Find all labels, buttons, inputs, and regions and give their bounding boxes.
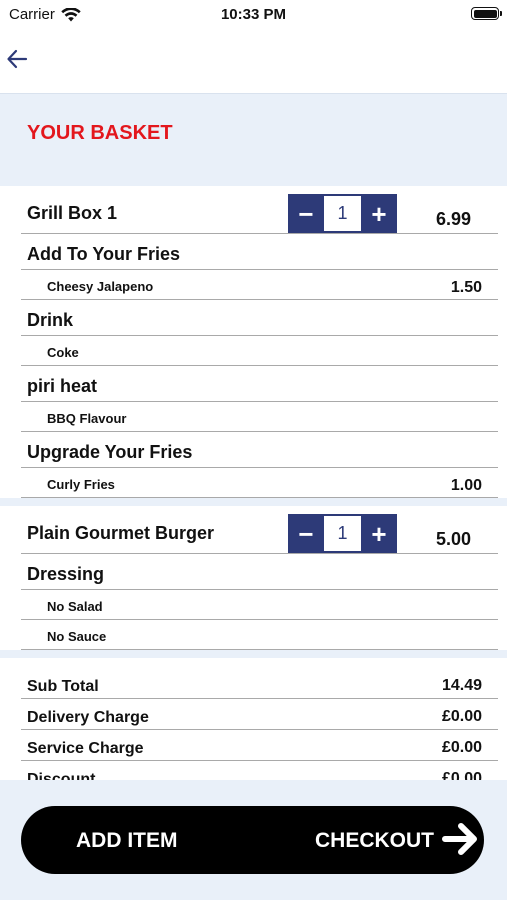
add-item-button[interactable]: ADD ITEM	[76, 829, 178, 853]
option-name: No Sauce	[47, 629, 107, 644]
option-row: Coke	[21, 336, 498, 366]
item-name: Plain Gourmet Burger	[27, 523, 215, 543]
basket-list[interactable]: Grill Box 1 − 1 + 6.99 Add To Your Fries…	[0, 186, 507, 780]
option-name: BBQ Flavour	[47, 411, 127, 426]
option-section: Upgrade Your Fries	[21, 432, 498, 468]
total-value: 14.49	[441, 677, 482, 694]
option-price: 1.00	[450, 477, 482, 494]
battery-icon	[471, 7, 502, 20]
option-name: No Salad	[47, 599, 103, 614]
item-price: 6.99	[435, 209, 471, 229]
total-value: £0.00	[441, 739, 482, 756]
total-row: Delivery Charge £0.00	[21, 699, 498, 730]
option-section: Dressing	[21, 554, 498, 590]
option-row: Cheesy Jalapeno 1.50	[21, 270, 498, 300]
status-time: 10:33 PM	[220, 6, 287, 23]
option-section: Add To Your Fries	[21, 234, 498, 270]
total-row: Service Charge £0.00	[21, 730, 498, 761]
arrow-right-icon[interactable]	[442, 820, 480, 858]
option-section: piri heat	[21, 366, 498, 402]
quantity-value: 1	[324, 196, 361, 231]
bottom-action-area: ADD ITEM CHECKOUT	[0, 780, 507, 900]
item-price: 5.00	[435, 529, 471, 549]
option-row: No Sauce	[21, 620, 498, 650]
section-name: piri heat	[27, 376, 98, 396]
total-row: Sub Total 14.49	[21, 668, 498, 699]
action-bar: ADD ITEM CHECKOUT	[21, 806, 484, 874]
section-name: Upgrade Your Fries	[27, 442, 193, 462]
status-bar: Carrier 10:33 PM	[0, 0, 507, 30]
decrease-quantity-button[interactable]: −	[288, 514, 324, 553]
basket-item: Plain Gourmet Burger − 1 + 5.00 Dressing…	[0, 506, 507, 650]
option-section: Drink	[21, 300, 498, 336]
page-title: YOUR BASKET	[27, 122, 173, 144]
group-divider	[0, 650, 507, 658]
increase-quantity-button[interactable]: +	[361, 194, 397, 233]
quantity-stepper: − 1 +	[288, 194, 397, 233]
group-divider	[0, 498, 507, 506]
total-label: Discount	[27, 771, 96, 780]
checkout-button[interactable]: CHECKOUT	[315, 829, 434, 853]
basket-header: YOUR BASKET	[0, 94, 507, 186]
item-row: Grill Box 1 − 1 + 6.99	[21, 186, 498, 234]
basket-item: Grill Box 1 − 1 + 6.99 Add To Your Fries…	[0, 186, 507, 498]
option-name: Coke	[47, 345, 79, 360]
arrow-left-icon	[7, 49, 28, 69]
total-value: £0.00	[441, 708, 482, 725]
option-row: No Salad	[21, 590, 498, 620]
total-row: Discount £0.00	[21, 761, 498, 780]
item-row: Plain Gourmet Burger − 1 + 5.00	[21, 506, 498, 554]
navigation-bar	[0, 30, 507, 94]
decrease-quantity-button[interactable]: −	[288, 194, 324, 233]
order-totals: Sub Total 14.49 Delivery Charge £0.00 Se…	[0, 658, 507, 780]
item-name: Grill Box 1	[27, 203, 118, 223]
option-row: BBQ Flavour	[21, 402, 498, 432]
section-name: Drink	[27, 310, 74, 330]
increase-quantity-button[interactable]: +	[361, 514, 397, 553]
section-name: Dressing	[27, 564, 105, 584]
section-name: Add To Your Fries	[27, 244, 181, 264]
option-row: Curly Fries 1.00	[21, 468, 498, 498]
total-value: £0.00	[441, 770, 482, 780]
back-button[interactable]	[5, 46, 31, 72]
total-label: Delivery Charge	[27, 709, 149, 726]
quantity-value: 1	[324, 516, 361, 551]
option-name: Cheesy Jalapeno	[47, 279, 154, 294]
option-name: Curly Fries	[47, 477, 115, 492]
option-price: 1.50	[450, 279, 482, 296]
total-label: Service Charge	[27, 740, 144, 757]
quantity-stepper: − 1 +	[288, 514, 397, 553]
total-label: Sub Total	[27, 678, 99, 695]
